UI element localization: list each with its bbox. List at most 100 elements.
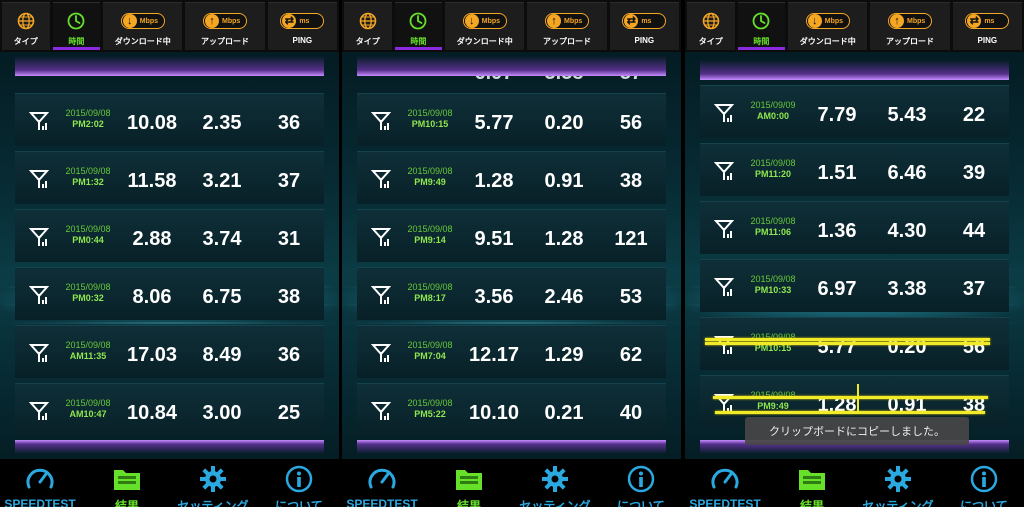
result-row[interactable]: 2015/09/08 PM1:32 11.58 3.21 37: [15, 151, 324, 204]
list-bottom-edge-glow: [357, 440, 666, 454]
result-row[interactable]: 2015/09/08 PM7:04 12.17 1.29 62: [357, 325, 666, 378]
upload-arrow-icon: ↑ Mbps: [203, 13, 248, 29]
ping-value: 37: [962, 278, 986, 300]
nav-about[interactable]: について: [599, 465, 681, 507]
results-list[interactable]: 2015/09/08 PM10:15 5.77 0.20 56 2015/09/…: [357, 93, 666, 441]
nav-about[interactable]: について: [942, 465, 1024, 507]
result-row[interactable]: 2015/09/08 PM5:22 10.10 0.21 40: [357, 383, 666, 436]
nav-settings[interactable]: セッティング: [171, 465, 255, 507]
sort-by-time-label: 時間: [410, 37, 427, 46]
result-timestamp: 2015/09/08 PM9:14: [401, 224, 459, 246]
nav-speedtest[interactable]: SPEEDTEST: [0, 465, 82, 507]
upload-value: 0.20: [544, 112, 584, 134]
result-date: 2015/09/08: [750, 274, 796, 284]
nav-settings[interactable]: セッティング: [513, 465, 597, 507]
ping-value: 38: [277, 286, 301, 308]
sort-by-type-label: タイプ: [698, 37, 723, 46]
upload-value: 3.21: [202, 170, 242, 192]
result-row[interactable]: 2015/09/08 PM9:49 1.28 0.91 38: [357, 151, 666, 204]
sort-by-type-button[interactable]: タイプ: [344, 2, 392, 50]
result-row[interactable]: 2015/09/08 PM10:33 6.97 3.38 37: [700, 259, 1009, 312]
nav-speedtest[interactable]: SPEEDTEST: [342, 465, 424, 507]
sort-by-ping-button[interactable]: ⇄ ms PING: [267, 2, 338, 50]
result-row[interactable]: 2015/09/08 PM0:32 8.06 6.75 38: [15, 267, 324, 320]
result-time: PM9:49: [414, 177, 446, 187]
sort-by-download-button[interactable]: ↓ Mbps ダウンロード中: [103, 2, 183, 50]
sort-by-type-label: タイプ: [13, 37, 38, 46]
sort-by-time-button[interactable]: 時間: [52, 2, 101, 50]
clock-icon: [409, 12, 427, 30]
ping-value: 121: [614, 228, 648, 250]
sort-by-ping-button[interactable]: ⇄ ms PING: [609, 2, 680, 50]
list-top-edge-glow: [357, 56, 666, 76]
upload-value: 0.21: [544, 402, 584, 424]
sort-by-time-button[interactable]: 時間: [737, 2, 786, 50]
nav-results[interactable]: 結果: [770, 465, 854, 507]
result-date: 2015/09/08: [65, 340, 111, 350]
download-value: 11.58: [127, 170, 177, 192]
result-timestamp: 2015/09/08 PM1:32: [59, 166, 117, 188]
nav-about-label: について: [275, 499, 323, 507]
download-value: 2.88: [132, 228, 172, 250]
result-date: 2015/09/08: [407, 166, 453, 176]
nav-settings[interactable]: セッティング: [856, 465, 940, 507]
speedometer-icon: [0, 465, 82, 493]
clock-icon: [67, 12, 85, 30]
sort-by-type-button[interactable]: タイプ: [687, 2, 735, 50]
download-unit: Mbps: [481, 17, 501, 25]
ping-value: 56: [619, 112, 643, 134]
download-unit: Mbps: [824, 17, 844, 25]
ping-value: 31: [277, 228, 301, 250]
result-row[interactable]: 2015/09/08 AM11:35 17.03 8.49 36: [15, 325, 324, 378]
ping-unit: ms: [984, 17, 995, 25]
result-timestamp: 2015/09/08 PM2:02: [59, 108, 117, 130]
strikethrough-annotation: [715, 411, 985, 414]
sort-by-upload-button[interactable]: ↑ Mbps アップロード: [185, 2, 265, 50]
nav-speedtest-label: SPEEDTEST: [346, 497, 418, 507]
sort-by-download-button[interactable]: ↓ Mbps ダウンロード中: [788, 2, 868, 50]
strikethrough-annotation: [857, 384, 859, 412]
ping-value: 37: [603, 76, 659, 85]
result-row[interactable]: 2015/09/08 AM10:47 10.84 3.00 25: [15, 383, 324, 436]
sort-by-type-button[interactable]: タイプ: [2, 2, 50, 50]
result-date: 2015/09/08: [407, 282, 453, 292]
sort-by-upload-button[interactable]: ↑ Mbps アップロード: [527, 2, 607, 50]
sort-by-ping-label: PING: [977, 36, 998, 45]
result-row[interactable]: 2015/09/08 PM11:06 1.36 4.30 44: [700, 201, 1009, 254]
sort-by-type-label: タイプ: [355, 37, 380, 46]
upload-value: 0.91: [544, 170, 584, 192]
nav-results-label: 結果: [456, 499, 481, 507]
nav-about[interactable]: について: [257, 465, 339, 507]
sort-by-download-label: ダウンロード中: [799, 37, 856, 46]
sort-by-download-button[interactable]: ↓ Mbps ダウンロード中: [445, 2, 525, 50]
download-value: 5.77: [474, 112, 514, 134]
download-value: 9.51: [474, 228, 514, 250]
sort-by-ping-button[interactable]: ⇄ ms PING: [952, 2, 1023, 50]
signal-icon: [28, 343, 50, 368]
signal-icon: [713, 219, 735, 244]
nav-results[interactable]: 結果: [85, 465, 169, 507]
nav-speedtest[interactable]: SPEEDTEST: [685, 465, 767, 507]
sort-by-time-label: 時間: [753, 37, 770, 46]
ping-value: 39: [962, 162, 986, 184]
result-row[interactable]: 2015/09/08 PM10:15 5.77 0.20 56: [357, 93, 666, 146]
download-value: 3.56: [474, 286, 514, 308]
ping-value: 38: [619, 170, 643, 192]
result-row[interactable]: 2015/09/08 PM11:20 1.51 6.46 39: [700, 143, 1009, 196]
result-row[interactable]: 2015/09/08 PM9:14 9.51 1.28 121: [357, 209, 666, 262]
nav-results[interactable]: 結果: [427, 465, 511, 507]
sort-by-time-button[interactable]: 時間: [394, 2, 443, 50]
results-list[interactable]: 2015/09/08 PM2:02 10.08 2.35 36 2015/09/…: [15, 93, 324, 441]
result-row[interactable]: 2015/09/08 PM0:44 2.88 3.74 31: [15, 209, 324, 262]
ping-value: 22: [962, 104, 986, 126]
upload-value: 3.00: [202, 402, 242, 424]
sort-by-upload-label: アップロード: [886, 37, 935, 46]
sort-by-upload-label: アップロード: [201, 37, 250, 46]
result-row[interactable]: 2015/09/08 PM8:17 3.56 2.46 53: [357, 267, 666, 320]
folder-icon: [770, 465, 854, 493]
result-row[interactable]: 2015/09/08 PM2:02 10.08 2.35 36: [15, 93, 324, 146]
result-row[interactable]: 2015/09/09 AM0:00 7.79 5.43 22: [700, 85, 1009, 138]
results-list[interactable]: 2015/09/09 AM0:00 7.79 5.43 22 2015/09/0…: [700, 85, 1009, 433]
sort-by-upload-button[interactable]: ↑ Mbps アップロード: [870, 2, 950, 50]
download-value: 10.08: [126, 112, 178, 134]
